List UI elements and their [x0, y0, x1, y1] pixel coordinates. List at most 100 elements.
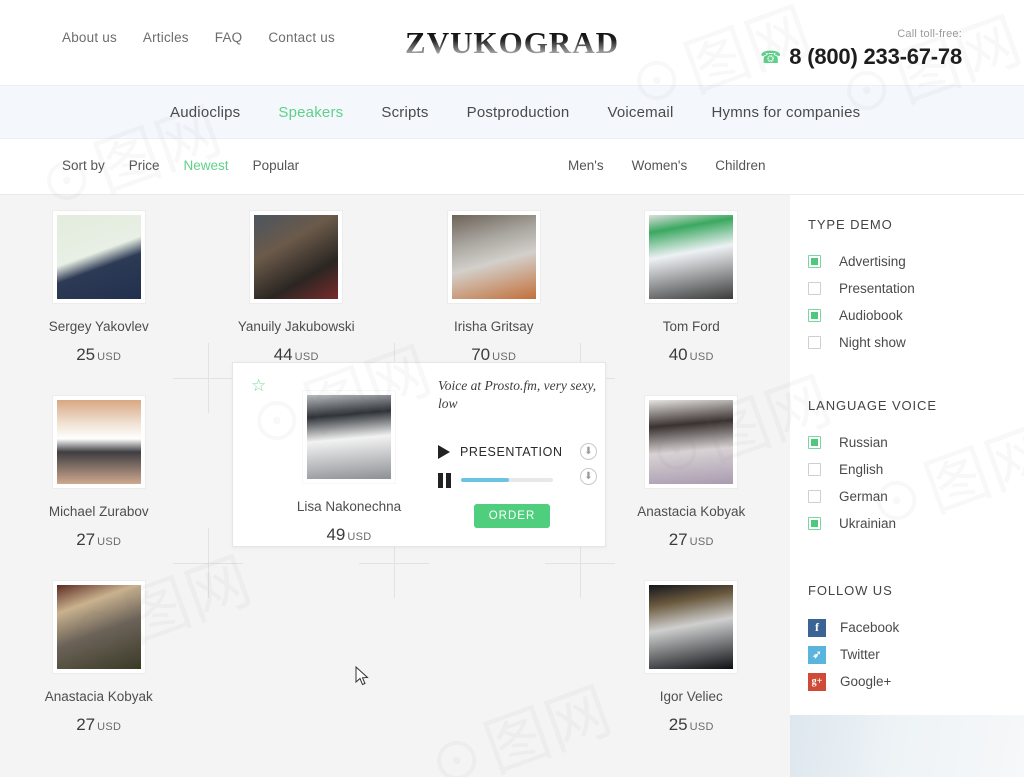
speaker-name: Anastacia Kobyak: [44, 689, 153, 704]
language-voice-title: LANGUAGE VOICE: [808, 398, 937, 413]
filter-row-advertising[interactable]: Advertising: [808, 248, 1024, 275]
checkbox-presentation[interactable]: [808, 282, 821, 295]
speaker-price: 25 USD: [669, 715, 714, 735]
checkbox-advertising[interactable]: [808, 255, 821, 268]
speaker-card[interactable]: Michael Zurabov 27 USD: [0, 380, 198, 565]
speaker-thumbnail[interactable]: [303, 391, 395, 483]
progress-bar[interactable]: [461, 478, 553, 482]
checkbox-english[interactable]: [808, 463, 821, 476]
gender-filter-children[interactable]: Children: [715, 158, 765, 173]
speaker-card[interactable]: Yanuily Jakubowski 44 USD: [198, 195, 396, 380]
filter-row-night-show[interactable]: Night show: [808, 329, 1024, 356]
speaker-name: Yanuily Jakubowski: [237, 319, 355, 334]
speaker-thumbnail[interactable]: [645, 581, 738, 673]
call-label: Call toll-free:: [897, 28, 962, 40]
main-nav: Audioclips Speakers Scripts Postproducti…: [0, 85, 1024, 139]
speaker-card[interactable]: Tom Ford 40 USD: [593, 195, 791, 380]
gender-filter-group: Men's Women's Children: [568, 158, 765, 173]
expanded-speaker-card[interactable]: ☆ Lisa Nakonechna 49 USD Voice at Prosto.…: [232, 362, 606, 547]
nav-item-voicemail[interactable]: Voicemail: [607, 104, 673, 121]
checkbox-night-show[interactable]: [808, 336, 821, 349]
nav-item-hymns[interactable]: Hymns for companies: [711, 104, 860, 121]
sort-option-price[interactable]: Price: [129, 158, 160, 173]
nav-item-scripts[interactable]: Scripts: [381, 104, 428, 121]
speaker-name: Irisha Gritsay: [453, 319, 534, 334]
price-value: 40: [668, 345, 688, 364]
speaker-thumbnail[interactable]: [250, 211, 343, 303]
social-link-googleplus[interactable]: g+ Google+: [808, 668, 1024, 695]
filter-label: Night show: [839, 335, 906, 350]
price-currency: USD: [689, 351, 714, 363]
pause-icon[interactable]: [438, 472, 451, 488]
sort-by-label: Sort by: [62, 158, 105, 173]
gender-filter-mens[interactable]: Men's: [568, 158, 604, 173]
audio-player: PRESENTATION: [438, 441, 588, 491]
speaker-thumbnail[interactable]: [52, 211, 145, 303]
filter-label: Ukrainian: [839, 516, 897, 531]
filter-label: Audiobook: [839, 308, 903, 323]
speaker-name: Sergey Yakovlev: [48, 319, 149, 334]
speaker-price: 27 USD: [76, 530, 121, 550]
phone-icon: ☎: [760, 47, 782, 67]
speaker-thumbnail[interactable]: [52, 581, 145, 673]
nav-item-postproduction[interactable]: Postproduction: [467, 104, 570, 121]
social-link-facebook[interactable]: f Facebook: [808, 614, 1024, 641]
filter-label: English: [839, 462, 884, 477]
filter-row-english[interactable]: English: [808, 456, 1024, 483]
speaker-thumbnail[interactable]: [447, 211, 540, 303]
speaker-name: Michael Zurabov: [48, 504, 149, 519]
download-icon[interactable]: ⬇: [580, 468, 597, 485]
speaker-card[interactable]: Anastacia Kobyak 27 USD: [593, 380, 791, 565]
price-currency: USD: [97, 721, 122, 733]
checkbox-german[interactable]: [808, 490, 821, 503]
speaker-thumbnail[interactable]: [52, 396, 145, 488]
filter-row-presentation[interactable]: Presentation: [808, 275, 1024, 302]
price-value: 27: [76, 530, 96, 549]
filter-row-ukrainian[interactable]: Ukrainian: [808, 510, 1024, 537]
speaker-card[interactable]: Anastacia Kobyak 27 USD: [0, 565, 198, 750]
nav-item-speakers[interactable]: Speakers: [278, 104, 343, 121]
price-currency: USD: [97, 536, 122, 548]
nav-item-audioclips[interactable]: Audioclips: [170, 104, 240, 121]
filter-row-russian[interactable]: Russian: [808, 429, 1024, 456]
speaker-card-placeholder: [395, 565, 593, 750]
sort-option-newest[interactable]: Newest: [184, 158, 229, 173]
order-button[interactable]: ORDER: [474, 504, 550, 528]
speaker-price: 49 USD: [279, 525, 419, 545]
price-currency: USD: [347, 531, 372, 543]
speaker-name: Tom Ford: [662, 319, 720, 334]
sort-option-popular[interactable]: Popular: [253, 158, 300, 173]
speaker-card[interactable]: Sergey Yakovlev 25 USD: [0, 195, 198, 380]
speaker-price: 25 USD: [76, 345, 121, 365]
speaker-price: 27 USD: [669, 530, 714, 550]
page-root: About us Articles FAQ Contact us ZVUKOGR…: [0, 0, 1024, 777]
filter-label: German: [839, 489, 888, 504]
speaker-name: Anastacia Kobyak: [637, 504, 746, 519]
checkbox-ukrainian[interactable]: [808, 517, 821, 530]
expanded-card-left: Lisa Nakonechna 49 USD: [279, 391, 419, 545]
gender-filter-womens[interactable]: Women's: [632, 158, 688, 173]
follow-us-title: FOLLOW US: [808, 583, 893, 598]
social-label: Facebook: [840, 620, 900, 635]
checkbox-audiobook[interactable]: [808, 309, 821, 322]
phone-number[interactable]: 8 (800) 233-67-78: [789, 44, 962, 70]
filter-row-german[interactable]: German: [808, 483, 1024, 510]
top-bar: About us Articles FAQ Contact us ZVUKOGR…: [0, 0, 1024, 85]
filters-sidebar: TYPE DEMO Advertising Presentation Audio…: [790, 195, 1024, 715]
speaker-thumbnail[interactable]: [645, 211, 738, 303]
speaker-card[interactable]: Irisha Gritsay 70 USD: [395, 195, 593, 380]
download-icon[interactable]: ⬇: [580, 443, 597, 460]
social-link-twitter[interactable]: ➶ Twitter: [808, 641, 1024, 668]
speaker-quote: Voice at Prosto.fm, very sexy, low: [438, 378, 597, 412]
price-currency: USD: [689, 536, 714, 548]
speaker-thumbnail[interactable]: [645, 396, 738, 488]
sort-group: Sort by Price Newest Popular: [62, 158, 299, 173]
speaker-card[interactable]: Igor Veliec 25 USD: [593, 565, 791, 750]
play-icon[interactable]: [438, 445, 450, 459]
checkbox-russian[interactable]: [808, 436, 821, 449]
filter-row-audiobook[interactable]: Audiobook: [808, 302, 1024, 329]
favorite-star-icon[interactable]: ☆: [251, 377, 266, 394]
player-progress-row: [438, 469, 588, 491]
filter-label: Presentation: [839, 281, 915, 296]
speaker-card-placeholder: [198, 565, 396, 750]
